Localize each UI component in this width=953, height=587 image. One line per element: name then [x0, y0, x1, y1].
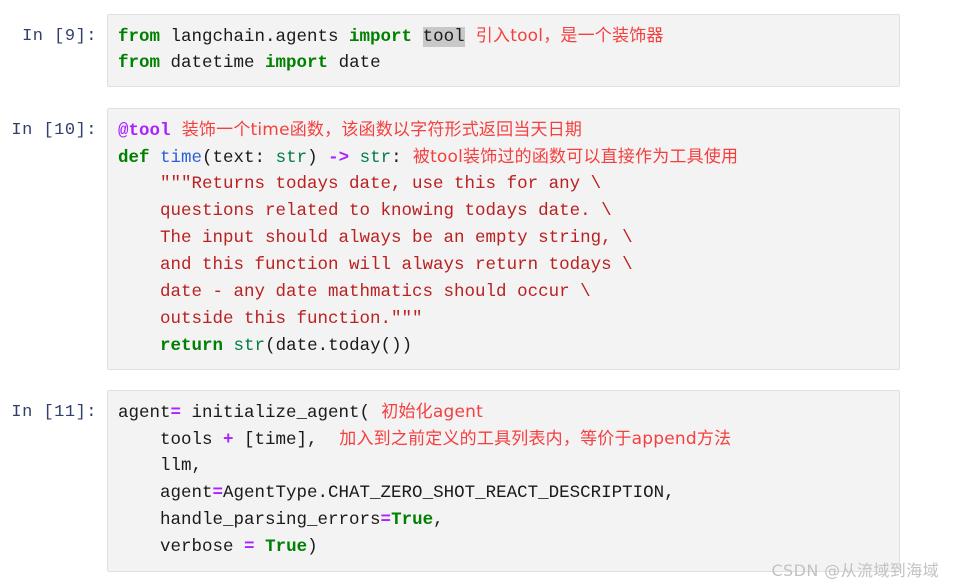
code-token: and this function will always return tod… — [118, 255, 633, 275]
cell-prompt-label: In [11]: — [11, 403, 97, 422]
code-token: date - any date mathmatics should occur … — [118, 282, 591, 302]
code-token: from — [118, 27, 161, 47]
code-token: str — [359, 148, 392, 168]
code-token: (date.today()) — [265, 336, 413, 356]
annotation-note: 初始化agent — [370, 402, 483, 422]
notebook-cell-3[interactable]: In [11]: agent= initialize_agent( 初始化age… — [0, 390, 900, 572]
code-token: True — [265, 537, 308, 557]
code-token: = — [170, 403, 182, 423]
code-token: agent — [118, 483, 213, 503]
code-token: tool — [422, 27, 465, 47]
code-line: agent=AgentType.CHAT_ZERO_SHOT_REACT_DES… — [118, 480, 889, 507]
code-line: llm, — [118, 453, 889, 480]
code-line: questions related to knowing todays date… — [118, 198, 889, 225]
code-token: -> — [328, 148, 350, 168]
code-token: = — [380, 510, 392, 530]
code-token: tools — [118, 430, 224, 450]
code-input-area[interactable]: @tool 装饰一个time函数，该函数以字符形式返回当天日期 def time(… — [107, 108, 900, 370]
code-token: llm, — [118, 456, 203, 476]
code-input-area[interactable]: from langchain.agents import tool 引入tool… — [107, 14, 900, 87]
code-token: ) — [307, 148, 329, 168]
code-line: and this function will always return tod… — [118, 252, 889, 279]
code-line: agent= initialize_agent( 初始化agent — [118, 399, 889, 426]
code-token: (text: — [202, 148, 276, 168]
code-token: handle_parsing_errors — [118, 510, 381, 530]
cell-prompt-label: In [10]: — [11, 121, 97, 140]
code-line: from datetime import date — [118, 50, 889, 77]
cell-prompt-label: In [9]: — [22, 27, 97, 46]
code-token: = — [244, 537, 255, 557]
code-token: from — [118, 53, 161, 73]
code-token: import — [265, 53, 329, 73]
notebook-cell-1[interactable]: In [9]: from langchain.agents import too… — [0, 14, 900, 87]
jupyter-notebook: In [9]: from langchain.agents import too… — [0, 0, 953, 587]
code-token: outside this function.""" — [118, 309, 423, 329]
code-token: import — [349, 27, 413, 47]
annotation-note: 加入到之前定义的工具列表内，等价于append方法 — [328, 429, 732, 449]
code-line: outside this function.""" — [118, 306, 889, 333]
code-token: @tool — [118, 121, 171, 141]
code-token: agent — [118, 403, 171, 423]
code-token: verbose — [118, 537, 245, 557]
code-line: @tool 装饰一个time函数，该函数以字符形式返回当天日期 — [118, 117, 889, 144]
code-token: """Returns todays date, use this for any… — [118, 174, 602, 194]
code-line: date - any date mathmatics should occur … — [118, 279, 889, 306]
code-token: : — [391, 148, 402, 168]
code-token: langchain.agents — [160, 27, 350, 47]
annotation-note: 引入tool，是一个装饰器 — [464, 26, 664, 46]
code-token: ) — [307, 537, 318, 557]
code-token: str — [275, 148, 308, 168]
code-token: AgentType.CHAT_ZERO_SHOT_REACT_DESCRIPTI… — [223, 483, 675, 503]
notebook-cell-2[interactable]: In [10]: @tool 装饰一个time函数，该函数以字符形式返回当天日期… — [0, 108, 900, 370]
code-token: time — [160, 148, 203, 168]
code-line: handle_parsing_errors=True, — [118, 507, 889, 534]
code-token: str — [233, 336, 266, 356]
code-token: return — [160, 336, 224, 356]
code-line: The input should always be an empty stri… — [118, 225, 889, 252]
code-line: return str(date.today()) — [118, 333, 889, 360]
code-line: tools + [time], 加入到之前定义的工具列表内，等价于append方… — [118, 426, 889, 453]
code-token: True — [391, 510, 434, 530]
code-token: questions related to knowing todays date… — [118, 201, 612, 221]
code-token: The input should always be an empty stri… — [118, 228, 633, 248]
code-token: initialize_agent( — [181, 403, 371, 423]
code-line: """Returns todays date, use this for any… — [118, 171, 889, 198]
code-token: datetime — [160, 53, 266, 73]
code-line: def time(text: str) -> str: 被tool装饰过的函数可… — [118, 144, 889, 171]
code-token: + — [223, 430, 234, 450]
code-token: date — [328, 53, 381, 73]
code-token: = — [212, 483, 224, 503]
code-input-area[interactable]: agent= initialize_agent( 初始化agent tools … — [107, 390, 900, 572]
annotation-note: 被tool装饰过的函数可以直接作为工具使用 — [401, 147, 739, 167]
annotation-note: 装饰一个time函数，该函数以字符形式返回当天日期 — [170, 120, 583, 140]
code-line: from langchain.agents import tool 引入tool… — [118, 23, 889, 50]
code-token: [time], — [233, 430, 329, 450]
code-token: def — [118, 148, 150, 168]
csdn-watermark: CSDN @从流域到海域 — [771, 561, 939, 580]
code-token: , — [433, 510, 444, 530]
